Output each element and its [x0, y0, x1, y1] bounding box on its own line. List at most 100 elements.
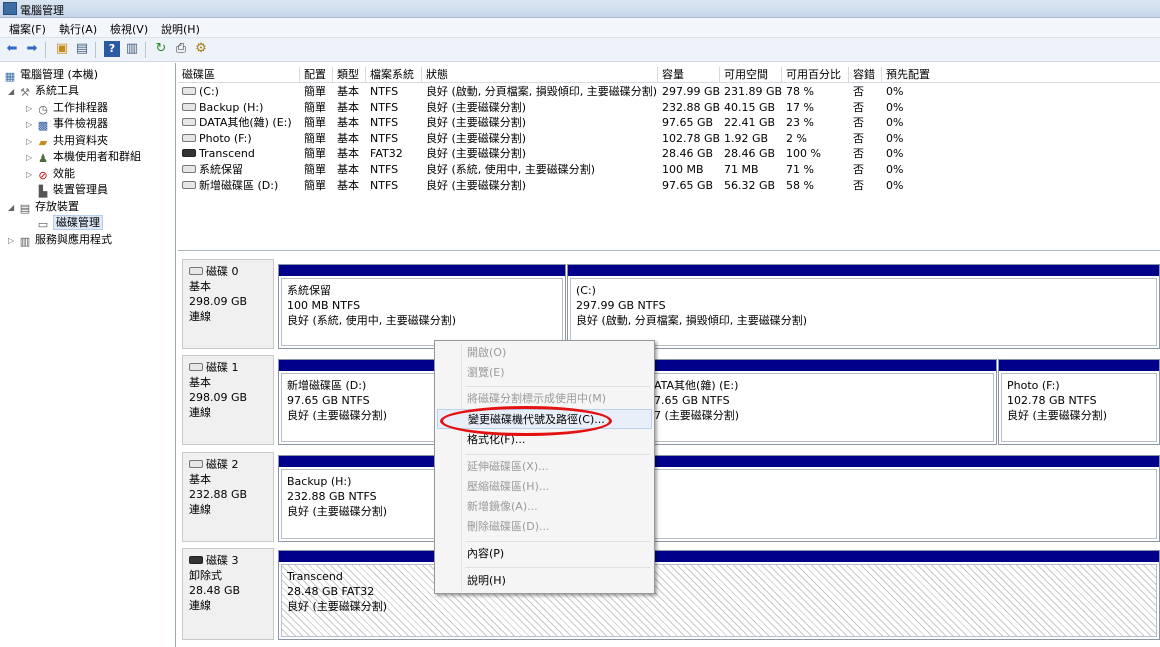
menu-item-mark-active[interactable]: 將磁碟分割標示成使用中(M)	[437, 389, 652, 409]
volume-row[interactable]: Transcend 簡單 基本 FAT32 良好 (主要磁碟分割) 28.46 GB 28.…	[178, 146, 1160, 162]
partition-transcend[interactable]: Transcend 28.48 GB FAT32 良好 (主要磁碟分割)	[278, 550, 1160, 640]
volume-cell: 1.92 GB	[720, 131, 768, 147]
tree-item-event-viewer[interactable]: ▷ ▩ 事件檢視器	[26, 116, 108, 132]
menu-action[interactable]: 執行(A)	[59, 21, 97, 37]
volume-row[interactable]: Photo (F:) 簡單 基本 NTFS 良好 (主要磁碟分割) 102.78 GB 1.…	[178, 131, 1160, 147]
volume-cell-text: 簡單	[304, 131, 326, 145]
tree-item-performance[interactable]: ▷ ⊘ 效能	[26, 166, 75, 182]
tree-item-services-apps[interactable]: ▷ ▥ 服務與應用程式	[8, 232, 112, 248]
partition-c[interactable]: (C:) 297.99 GB NTFS 良好 (啟動, 分頁檔案, 損毀傾印, …	[567, 264, 1160, 349]
volume-row[interactable]: 新增磁碟區 (D:) 簡單 基本 NTFS 良好 (主要磁碟分割) 97.65 GB 56.…	[178, 178, 1160, 194]
volume-row[interactable]: DATA其他(雜) (E:) 簡單 基本 NTFS 良好 (主要磁碟分割) 97.65 G…	[178, 115, 1160, 131]
back-icon[interactable]: ⬅	[4, 41, 20, 57]
tools-icon: ⚒	[20, 86, 30, 99]
menu-item-open[interactable]: 開啟(O)	[437, 343, 652, 363]
column-capacity[interactable]: 容量	[658, 67, 720, 83]
column-type[interactable]: 類型	[333, 67, 366, 83]
volume-cell: 良好 (主要磁碟分割)	[422, 131, 526, 147]
disk-1-label[interactable]: 磁碟 1 基本 298.09 GB 連線	[182, 355, 274, 445]
volume-cell: 17 %	[782, 100, 814, 116]
menu-file[interactable]: 檔案(F)	[9, 21, 46, 37]
volume-cell: 0%	[882, 115, 903, 131]
volume-cell: NTFS	[366, 162, 398, 178]
menu-view[interactable]: 檢視(V)	[110, 21, 148, 37]
menu-item-extend-volume[interactable]: 延伸磁碟區(X)...	[437, 457, 652, 477]
volume-cell: 97.65 GB	[658, 178, 713, 194]
column-overhead[interactable]: 預先配置	[882, 67, 1160, 83]
column-fault-tolerance[interactable]: 容錯	[849, 67, 882, 83]
performance-icon: ⊘	[38, 169, 48, 182]
volume-cell-text: (C:)	[199, 85, 219, 98]
volume-cell-text: 基本	[337, 116, 359, 130]
column-layout[interactable]: 配置	[300, 67, 333, 83]
volume-row[interactable]: 系統保留 簡單 基本 NTFS 良好 (系統, 使用中, 主要磁碟分割) 100 MB 71…	[178, 162, 1160, 178]
properties-icon[interactable]: ▥	[124, 41, 140, 57]
expand-arrow-icon[interactable]: ▷	[8, 233, 18, 249]
collapse-arrow-icon[interactable]: ◢	[8, 200, 18, 216]
menu-item-delete-volume[interactable]: 刪除磁碟區(D)...	[437, 517, 652, 537]
tree-item-system-tools[interactable]: ◢ ⚒ 系統工具	[8, 83, 79, 99]
tree-item-local-users[interactable]: ▷ ♟ 本機使用者和群組	[26, 149, 141, 165]
computer-management-icon: ▦	[4, 70, 16, 83]
disk-0-label[interactable]: 磁碟 0 基本 298.09 GB 連線	[182, 259, 274, 349]
volume-cell-text: 23 %	[786, 116, 814, 130]
volume-cell-text: 97.65 GB	[662, 116, 714, 130]
help-icon[interactable]: ?	[104, 41, 120, 57]
device-manager-icon: ▙	[38, 185, 48, 198]
column-volume[interactable]: 磁碟區	[178, 67, 300, 83]
menu-item-help[interactable]: 說明(H)	[437, 571, 652, 591]
volume-cell-text: 40.15 GB	[724, 100, 776, 114]
volume-cell: NTFS	[366, 84, 398, 100]
expand-arrow-icon[interactable]: ▷	[26, 117, 36, 133]
disk-3-label[interactable]: 磁碟 3 卸除式 28.48 GB 連線	[182, 548, 274, 640]
tree-item-task-scheduler[interactable]: ▷ ◷ 工作排程器	[26, 100, 108, 116]
tree-item-device-manager[interactable]: ▙ 裝置管理員	[36, 182, 108, 198]
volume-cell-text: 否	[853, 85, 864, 98]
forward-icon[interactable]: ➡	[24, 41, 40, 57]
column-status[interactable]: 狀態	[422, 67, 658, 83]
show-hide-tree-icon[interactable]: ▤	[74, 41, 90, 57]
volume-cell: 基本	[333, 146, 359, 162]
column-free-percent[interactable]: 可用百分比	[782, 67, 849, 83]
menu-item-add-mirror[interactable]: 新增鏡像(A)...	[437, 497, 652, 517]
volume-cell-text: 否	[853, 163, 864, 176]
column-free-space[interactable]: 可用空間	[720, 67, 782, 83]
tree-item-computer-management[interactable]: ▦ 電腦管理 (本機)	[3, 67, 98, 83]
menu-item-shrink-volume[interactable]: 壓縮磁碟區(H)...	[437, 477, 652, 497]
tree-item-storage[interactable]: ◢ ▤ 存放裝置	[8, 199, 79, 215]
volume-cell-text: 71 MB	[724, 163, 759, 176]
partition-h[interactable]: Backup (H:) 232.88 GB NTFS 良好 (主要磁碟分割)	[278, 455, 1160, 542]
volume-cell: 簡單	[300, 131, 326, 147]
menu-item-explore[interactable]: 瀏覽(E)	[437, 363, 652, 383]
volume-cell-text: 1.92 GB	[724, 131, 769, 145]
volume-cell: 否	[849, 146, 864, 162]
settings-icon[interactable]: ⚙	[193, 41, 209, 57]
volume-cell-text: 0%	[886, 147, 904, 161]
partition-f[interactable]: Photo (F:) 102.78 GB NTFS 良好 (主要磁碟分割)	[998, 359, 1160, 445]
disk-2-label[interactable]: 磁碟 2 基本 232.88 GB 連線	[182, 452, 274, 542]
clock-icon: ◷	[38, 103, 48, 116]
volume-row[interactable]: (C:) 簡單 基本 NTFS 良好 (啟動, 分頁檔案, 損毀傾印, 主要磁碟分割) 2…	[178, 84, 1160, 100]
menu-help[interactable]: 說明(H)	[161, 21, 200, 37]
up-folder-icon[interactable]: ▣	[54, 41, 70, 57]
refresh-icon[interactable]: ↻	[153, 41, 169, 57]
partition-system-reserved[interactable]: 系統保留 100 MB NTFS 良好 (系統, 使用中, 主要磁碟分割)	[278, 264, 566, 349]
volume-cell: Photo (F:)	[178, 131, 252, 147]
volume-cell: 28.46 GB	[720, 146, 775, 162]
expand-arrow-icon[interactable]: ▷	[26, 101, 36, 117]
menu-item-properties[interactable]: 內容(P)	[437, 544, 652, 564]
export-icon[interactable]: ⎙	[173, 41, 189, 57]
collapse-arrow-icon[interactable]: ◢	[8, 84, 18, 100]
expand-arrow-icon[interactable]: ▷	[26, 134, 36, 150]
partition-e[interactable]: ATA其他(雜) (E:) 7.65 GB NTFS 7 (主要磁碟分割)	[645, 359, 997, 445]
volume-cell-text: 簡單	[304, 116, 326, 130]
menu-item-format[interactable]: 格式化(F)...	[437, 430, 652, 450]
tree-item-disk-management[interactable]: ▭ 磁碟管理	[36, 215, 103, 231]
menu-item-change-drive-letter[interactable]: 變更磁碟機代號及路徑(C)...	[437, 409, 652, 429]
volume-cell-text: 22.41 GB	[724, 116, 776, 130]
expand-arrow-icon[interactable]: ▷	[26, 150, 36, 166]
column-filesystem[interactable]: 檔案系統	[366, 67, 422, 83]
volume-row[interactable]: Backup (H:) 簡單 基本 NTFS 良好 (主要磁碟分割) 232.88 GB 4…	[178, 100, 1160, 116]
expand-arrow-icon[interactable]: ▷	[26, 167, 36, 183]
tree-item-shared-folders[interactable]: ▷ ▰ 共用資料夾	[26, 133, 108, 149]
